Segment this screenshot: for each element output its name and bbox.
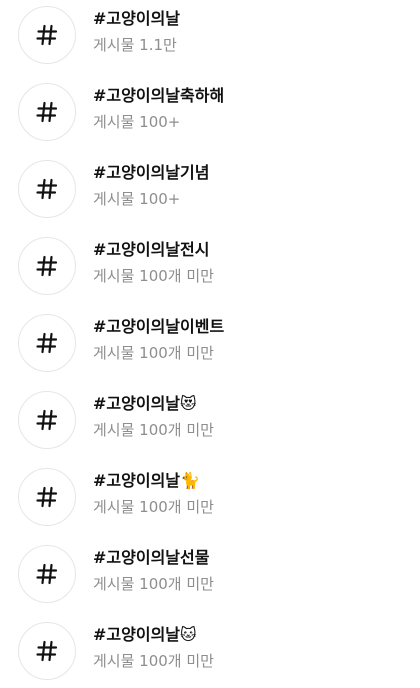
hashtag-icon [18, 314, 76, 372]
hashtag-name: #고양이의날축하해 [93, 86, 225, 105]
post-count: 게시물 100개 미만 [93, 575, 214, 593]
post-count: 게시물 100개 미만 [93, 344, 214, 362]
hashtag-result-item[interactable]: #고양이의날기념 게시물 100+ [0, 154, 420, 226]
hashtag-icon [18, 622, 76, 680]
hashtag-result-item[interactable]: #고양이의날전시 게시물 100개 미만 [0, 231, 420, 303]
hashtag-name: #고양이의날이벤트 [93, 317, 225, 336]
hashtag-icon [18, 6, 76, 64]
post-count: 게시물 100개 미만 [93, 421, 214, 439]
hashtag-name: #고양이의날전시 [93, 240, 210, 259]
hashtag-result-item[interactable]: #고양이의날🐈 게시물 100개 미만 [0, 462, 420, 534]
hashtag-name: #고양이의날기념 [93, 163, 210, 182]
post-count: 게시물 1.1만 [93, 36, 177, 54]
hashtag-icon [18, 160, 76, 218]
hashtag-result-item[interactable]: #고양이의날이벤트 게시물 100개 미만 [0, 308, 420, 380]
hashtag-icon [18, 391, 76, 449]
hashtag-name: #고양이의날 [93, 9, 181, 28]
post-count: 게시물 100개 미만 [93, 267, 214, 285]
hashtag-icon [18, 237, 76, 295]
hashtag-name: #고양이의날선물 [93, 548, 210, 567]
hashtag-icon [18, 545, 76, 603]
hashtag-name: #고양이의날😻 [93, 394, 197, 413]
post-count: 게시물 100+ [93, 113, 181, 131]
hashtag-result-item[interactable]: #고양이의날선물 게시물 100개 미만 [0, 539, 420, 611]
hashtag-name: #고양이의날🐱 [93, 625, 197, 644]
post-count: 게시물 100개 미만 [93, 498, 214, 516]
post-count: 게시물 100개 미만 [93, 652, 214, 670]
hashtag-icon [18, 468, 76, 526]
hashtag-result-item[interactable]: #고양이의날 게시물 1.1만 [0, 0, 420, 72]
hashtag-result-item[interactable]: #고양이의날🐱 게시물 100개 미만 [0, 616, 420, 688]
hashtag-name: #고양이의날🐈 [93, 471, 200, 490]
hashtag-result-item[interactable]: #고양이의날😻 게시물 100개 미만 [0, 385, 420, 457]
hashtag-result-item[interactable]: #고양이의날축하해 게시물 100+ [0, 77, 420, 149]
post-count: 게시물 100+ [93, 190, 181, 208]
hashtag-icon [18, 83, 76, 141]
